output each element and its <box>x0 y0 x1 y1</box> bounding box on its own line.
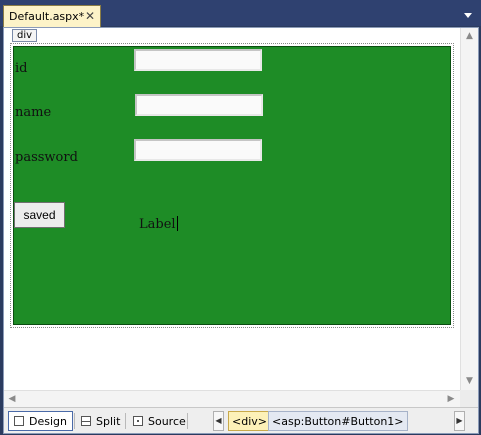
document-tab-strip: Default.aspx* ✕ <box>0 0 481 27</box>
saved-button[interactable]: saved <box>14 202 65 228</box>
vertical-scrollbar[interactable]: ▲ ▼ <box>460 28 478 390</box>
scroll-left-icon[interactable]: ◀ <box>5 392 19 406</box>
label-control-text: Label <box>139 217 176 232</box>
design-view-button[interactable]: Design <box>8 411 73 431</box>
scroll-right-icon[interactable]: ▶ <box>444 392 458 406</box>
mode-separator <box>187 413 188 429</box>
split-view-label: Split <box>96 414 121 428</box>
breadcrumb-button[interactable]: <asp:Button#Button1> <box>268 411 408 431</box>
source-view-label: Source <box>148 414 186 428</box>
scroll-up-icon[interactable]: ▲ <box>463 29 476 43</box>
horizontal-scrollbar[interactable]: ◀ ▶ <box>4 390 460 407</box>
split-view-button[interactable]: Split <box>76 411 125 431</box>
id-label: id <box>15 61 28 76</box>
breadcrumb-prev-icon[interactable]: ◀ <box>213 411 224 431</box>
design-surface[interactable]: div id name password saved Label <box>4 28 460 390</box>
source-view-icon <box>133 416 143 426</box>
designer-window: div id name password saved Label ▲ ▼ ◀ ▶… <box>3 27 479 434</box>
design-view-label: Design <box>29 414 67 428</box>
text-cursor <box>176 216 178 231</box>
name-label: name <box>15 105 52 120</box>
source-view-button[interactable]: Source <box>128 411 191 431</box>
view-mode-bar: Design Split Source ◀ <div> <asp:Button#… <box>4 407 478 433</box>
breadcrumb-div[interactable]: <div> <box>228 411 271 431</box>
scrollbar-corner <box>460 390 478 407</box>
password-textbox[interactable] <box>134 139 262 161</box>
password-label: password <box>15 150 78 165</box>
document-tab-title: Default.aspx* <box>9 10 85 23</box>
div-tag-label[interactable]: div <box>12 29 38 42</box>
id-textbox[interactable] <box>134 49 262 71</box>
close-icon[interactable]: ✕ <box>85 9 95 23</box>
green-div-panel[interactable]: id name password saved Label <box>13 46 451 325</box>
mode-separator <box>125 413 126 429</box>
tab-list-dropdown-icon[interactable] <box>464 13 472 18</box>
breadcrumb-next-icon[interactable]: ▶ <box>454 411 465 431</box>
split-view-icon <box>81 416 91 426</box>
document-tab[interactable]: Default.aspx* ✕ <box>3 5 101 27</box>
mode-separator <box>74 413 75 429</box>
design-view-icon <box>14 416 24 426</box>
label-control[interactable]: Label <box>139 216 178 232</box>
name-textbox[interactable] <box>135 94 263 116</box>
scroll-down-icon[interactable]: ▼ <box>463 374 476 388</box>
